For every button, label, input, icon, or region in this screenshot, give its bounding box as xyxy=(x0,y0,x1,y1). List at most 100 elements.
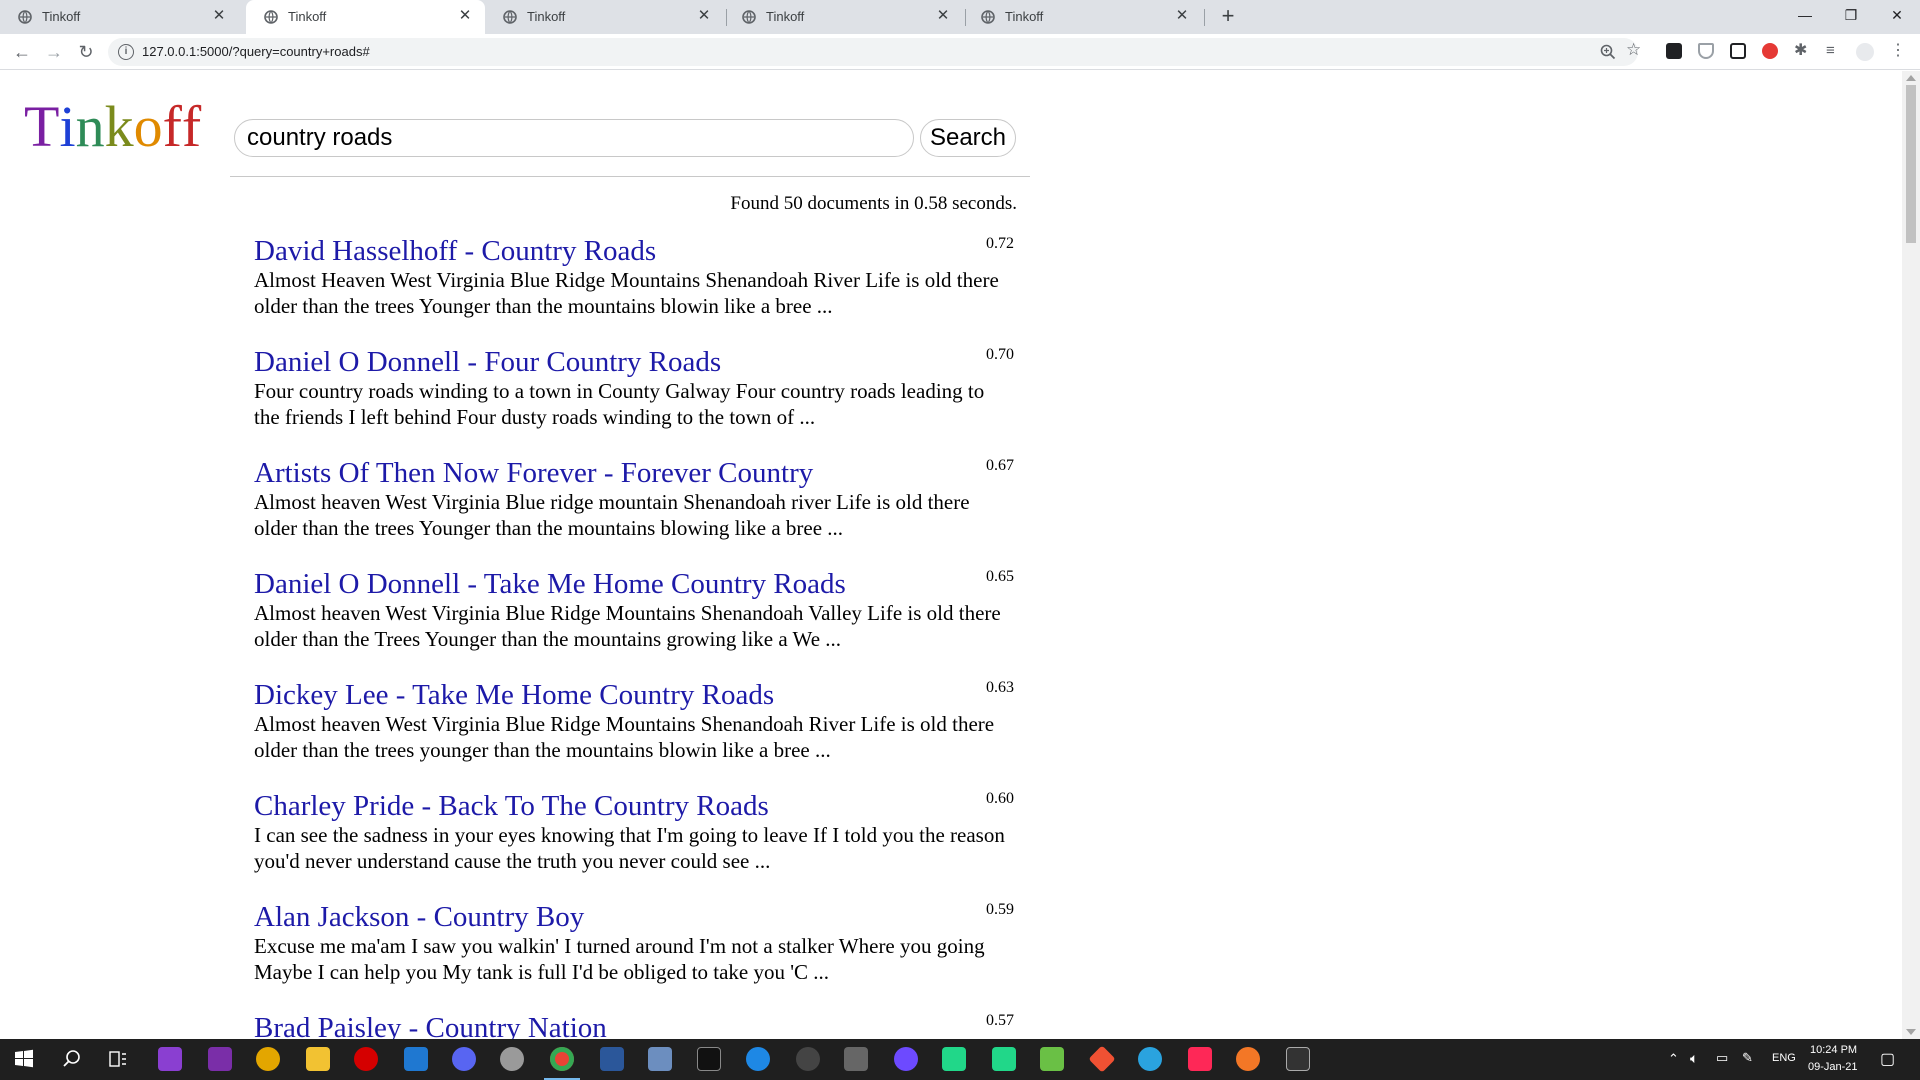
mail-icon[interactable] xyxy=(404,1047,428,1071)
app-icon[interactable] xyxy=(796,1047,820,1071)
pen-icon[interactable]: ✎ xyxy=(1742,1050,1753,1066)
extension-icon[interactable] xyxy=(1666,43,1682,59)
close-icon[interactable]: ✕ xyxy=(935,8,951,24)
logo-letter: n xyxy=(75,94,105,159)
search-icon[interactable] xyxy=(60,1047,84,1071)
tab-title: Tinkoff xyxy=(766,9,805,24)
restore-icon[interactable]: ❐ xyxy=(1828,0,1874,30)
chrome-icon[interactable] xyxy=(550,1047,574,1071)
visual-studio-icon[interactable] xyxy=(158,1047,182,1071)
address-bar[interactable]: i 127.0.0.1:5000/?query=country+roads# xyxy=(108,38,1638,66)
result-item: Charley Pride - Back To The Country Road… xyxy=(254,790,1014,901)
search-button[interactable]: Search xyxy=(920,119,1016,157)
close-icon[interactable]: ✕ xyxy=(457,8,473,24)
window-close-icon[interactable]: ✕ xyxy=(1874,0,1920,30)
result-snippet: I can see the sadness in your eyes knowi… xyxy=(254,823,1005,873)
tab-strip: Tinkoff ✕ Tinkoff ✕ Tinkoff ✕ Tinkoff ✕ … xyxy=(0,0,1920,34)
info-icon[interactable]: i xyxy=(118,44,134,60)
logo-letter: f xyxy=(181,94,202,159)
terminal-icon[interactable] xyxy=(1286,1047,1310,1071)
app-icon[interactable] xyxy=(844,1047,868,1071)
reload-icon[interactable]: ↻ xyxy=(74,40,98,64)
scroll-down-arrow-icon[interactable] xyxy=(1906,1029,1916,1035)
result-snippet: Excuse me ma'am I saw you walkin' I turn… xyxy=(254,934,985,984)
result-title-link[interactable]: Alan Jackson - Country Boy xyxy=(254,901,1014,933)
result-snippet: Almost heaven West Virginia Blue ridge m… xyxy=(254,490,970,540)
queue-icon[interactable]: ≡ xyxy=(1826,43,1842,59)
result-item: Dickey Lee - Take Me Home Country Roads … xyxy=(254,679,1014,790)
forward-arrow-icon[interactable]: → xyxy=(42,40,66,64)
slack-icon[interactable] xyxy=(256,1047,280,1071)
result-title-link[interactable]: Artists Of Then Now Forever - Forever Co… xyxy=(254,457,1014,489)
opera-icon[interactable] xyxy=(1762,43,1778,59)
result-score: 0.63 xyxy=(986,679,1014,696)
result-title-link[interactable]: David Hasselhoff - Country Roads xyxy=(254,235,1014,267)
minimize-icon[interactable]: — xyxy=(1782,0,1828,30)
jupyter-icon[interactable] xyxy=(1236,1047,1260,1071)
result-title-link[interactable]: Daniel O Donnell - Four Country Roads xyxy=(254,346,1014,378)
telegram-icon[interactable] xyxy=(1138,1047,1162,1071)
tab-title: Tinkoff xyxy=(288,9,327,24)
close-icon[interactable]: ✕ xyxy=(1174,8,1190,24)
clion-icon[interactable] xyxy=(942,1047,966,1071)
browser-tab-active[interactable]: Tinkoff ✕ xyxy=(246,0,485,34)
onenote-icon[interactable] xyxy=(208,1047,232,1071)
file-explorer-icon[interactable] xyxy=(306,1047,330,1071)
browser-tab[interactable]: Tinkoff ✕ xyxy=(485,0,724,34)
result-item: Artists Of Then Now Forever - Forever Co… xyxy=(254,457,1014,568)
discord-icon[interactable] xyxy=(452,1047,476,1071)
paint-icon[interactable] xyxy=(500,1047,524,1071)
new-tab-plus-icon[interactable]: + xyxy=(1216,5,1240,29)
notepad-icon[interactable] xyxy=(1040,1047,1064,1071)
cast-icon[interactable] xyxy=(1730,43,1746,59)
close-icon[interactable]: ✕ xyxy=(211,8,227,24)
browser-tab[interactable]: Tinkoff ✕ xyxy=(0,0,239,34)
puzzle-icon[interactable]: ✱ xyxy=(1794,43,1810,59)
result-title-link[interactable]: Daniel O Donnell - Take Me Home Country … xyxy=(254,568,1014,600)
git-icon[interactable] xyxy=(1088,1045,1116,1073)
browser-tab[interactable]: Tinkoff ✕ xyxy=(963,0,1202,34)
bookmark-star-icon[interactable]: ☆ xyxy=(1626,40,1641,60)
scrollbar-thumb[interactable] xyxy=(1906,85,1916,243)
pycharm-icon[interactable] xyxy=(992,1047,1016,1071)
result-title-link[interactable]: Charley Pride - Back To The Country Road… xyxy=(254,790,1014,822)
back-arrow-icon[interactable]: ← xyxy=(10,40,34,64)
windows-start-icon[interactable] xyxy=(12,1047,36,1071)
avatar[interactable] xyxy=(1856,43,1874,61)
clock-time[interactable]: 10:24 PM xyxy=(1810,1044,1857,1056)
tab-title: Tinkoff xyxy=(42,9,81,24)
task-view-icon[interactable] xyxy=(106,1047,130,1071)
document-icon[interactable] xyxy=(648,1047,672,1071)
url-text[interactable]: 127.0.0.1:5000/?query=country+roads# xyxy=(142,44,370,59)
scroll-up-arrow-icon[interactable] xyxy=(1906,75,1916,81)
tray-chevron-icon[interactable]: ⌃ xyxy=(1668,1051,1679,1067)
intellij-icon[interactable] xyxy=(1188,1047,1212,1071)
divider xyxy=(230,176,1030,177)
search-input[interactable] xyxy=(234,119,914,157)
site-logo[interactable]: Tinkoff xyxy=(24,95,201,159)
shield-icon[interactable] xyxy=(1698,43,1714,59)
clock-date[interactable]: 09-Jan-21 xyxy=(1808,1061,1858,1073)
result-title-link[interactable]: Dickey Lee - Take Me Home Country Roads xyxy=(254,679,1014,711)
result-item: Brad Paisley - Country Nation 0.57 xyxy=(254,1012,1014,1039)
result-snippet: Almost Heaven West Virginia Blue Ridge M… xyxy=(254,268,999,318)
language-indicator[interactable]: ENG xyxy=(1772,1052,1796,1064)
volume-icon[interactable]: 🔈︎ xyxy=(1690,1050,1698,1067)
word-icon[interactable] xyxy=(600,1047,624,1071)
opera-icon[interactable] xyxy=(354,1047,378,1071)
tab-separator xyxy=(1204,9,1205,26)
result-score: 0.67 xyxy=(986,457,1014,474)
close-icon[interactable]: ✕ xyxy=(696,8,712,24)
scrollbar[interactable] xyxy=(1902,71,1920,1039)
notification-icon[interactable]: ▢ xyxy=(1880,1049,1895,1069)
globe-icon xyxy=(264,10,278,24)
zoom-icon[interactable] xyxy=(1600,44,1616,60)
maps-pin-icon[interactable] xyxy=(746,1047,770,1071)
browser-tab[interactable]: Tinkoff ✕ xyxy=(724,0,963,34)
network-icon[interactable]: ▭ xyxy=(1716,1050,1728,1066)
result-title-link[interactable]: Brad Paisley - Country Nation xyxy=(254,1012,1014,1039)
app-icon[interactable] xyxy=(894,1047,918,1071)
epic-games-icon[interactable] xyxy=(697,1047,721,1071)
result-score: 0.59 xyxy=(986,901,1014,918)
menu-dots-icon[interactable]: ⋮ xyxy=(1890,43,1906,59)
